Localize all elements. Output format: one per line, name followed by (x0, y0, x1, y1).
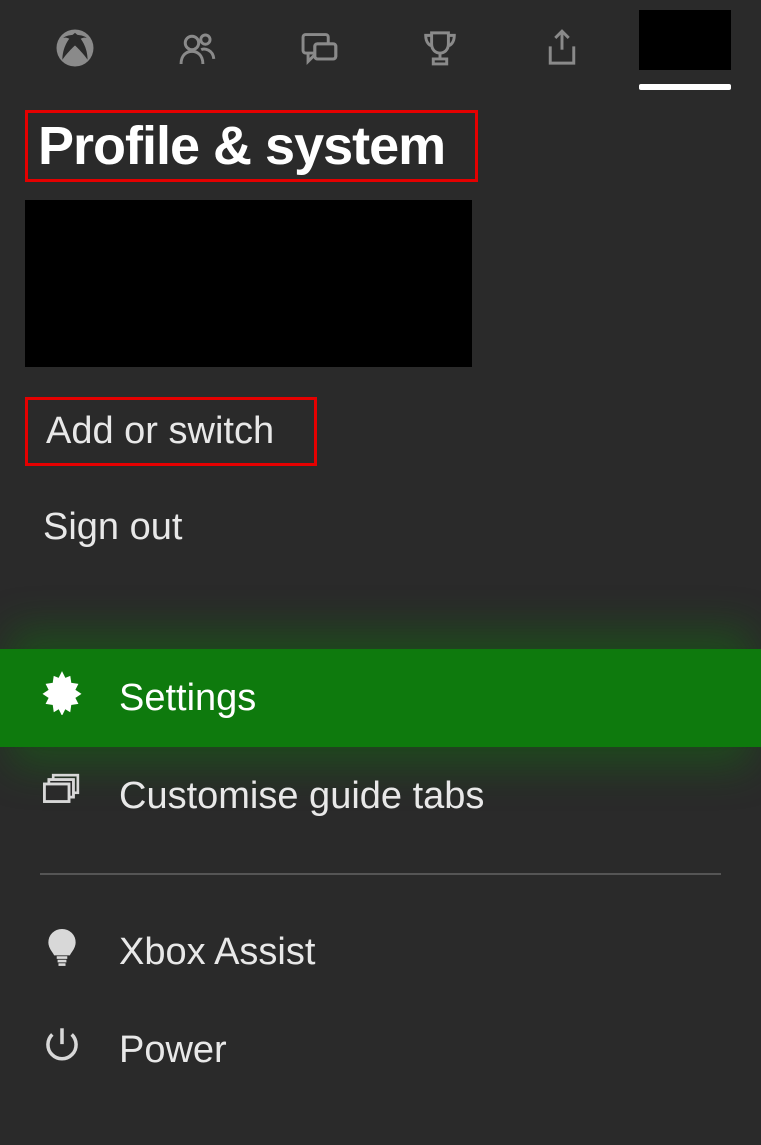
add-or-switch-button[interactable]: Add or switch (25, 397, 317, 466)
tab-home[interactable] (30, 15, 120, 85)
tab-achievements[interactable] (395, 15, 485, 85)
sign-out-button[interactable]: Sign out (25, 496, 761, 559)
spacer (0, 559, 761, 639)
lightbulb-icon: ? (40, 925, 84, 979)
profile-card[interactable] (25, 200, 472, 367)
people-icon (176, 27, 218, 74)
svg-text:?: ? (57, 932, 66, 949)
user-avatar-icon (639, 10, 731, 70)
menu-customise-label: Customise guide tabs (119, 775, 484, 818)
page-title-block: Profile & system (25, 110, 478, 182)
menu-power[interactable]: Power (0, 1001, 761, 1099)
system-menu: Settings Customise guide tabs ? Xbox Ass… (0, 649, 761, 1099)
trophy-icon (419, 27, 461, 74)
chat-icon (298, 27, 340, 74)
menu-settings[interactable]: Settings (0, 649, 761, 747)
account-actions: Add or switch Sign out (25, 397, 761, 559)
tab-profile[interactable] (639, 10, 731, 90)
menu-customise-tabs[interactable]: Customise guide tabs (0, 747, 761, 845)
menu-assist-label: Xbox Assist (119, 931, 315, 974)
power-icon (40, 1023, 84, 1077)
menu-settings-label: Settings (119, 677, 256, 720)
add-or-switch-label: Add or switch (46, 410, 274, 452)
xbox-logo-icon (54, 27, 96, 74)
sign-out-label: Sign out (43, 506, 182, 548)
guide-tabs (0, 0, 761, 90)
tab-chat[interactable] (274, 15, 364, 85)
tab-people[interactable] (152, 15, 242, 85)
menu-power-label: Power (119, 1029, 227, 1072)
active-tab-indicator (639, 84, 731, 90)
gear-icon (40, 671, 84, 725)
share-icon (541, 27, 583, 74)
tab-share[interactable] (517, 15, 607, 85)
menu-divider (40, 873, 721, 875)
stack-icon (40, 769, 84, 823)
page-title: Profile & system (38, 115, 445, 177)
menu-xbox-assist[interactable]: ? Xbox Assist (0, 903, 761, 1001)
